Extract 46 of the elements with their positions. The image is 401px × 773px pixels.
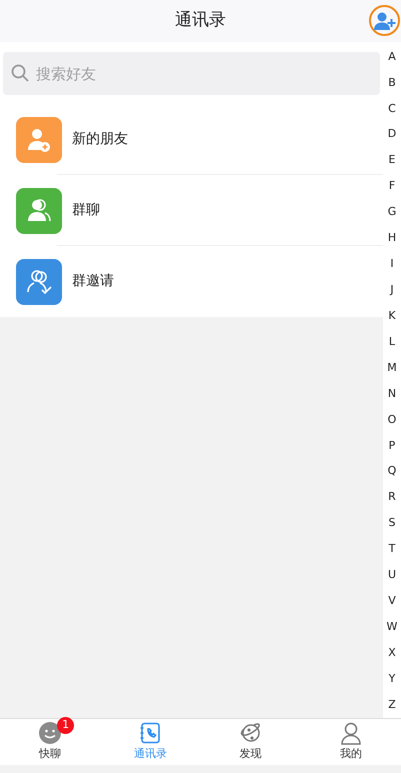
index-letter[interactable]: C xyxy=(383,96,401,122)
index-letter[interactable]: G xyxy=(383,200,401,226)
index-letter[interactable]: K xyxy=(383,303,401,330)
index-letter[interactable]: Z xyxy=(383,692,401,718)
smiley-icon xyxy=(38,720,62,744)
phone-book-icon xyxy=(138,720,162,744)
people-check-icon xyxy=(25,268,53,296)
index-letter[interactable]: Q xyxy=(383,458,401,485)
index-letter[interactable]: B xyxy=(383,70,401,96)
index-letter[interactable]: V xyxy=(383,588,401,614)
index-letter[interactable]: E xyxy=(383,148,401,174)
index-letter[interactable]: X xyxy=(383,640,401,666)
index-letter[interactable]: N xyxy=(383,380,401,407)
contact-menu-item[interactable]: 群聊 xyxy=(0,175,383,246)
entry-label: 群邀请 xyxy=(72,272,114,291)
index-letter[interactable]: Y xyxy=(383,666,401,692)
page-title: 通讯录 xyxy=(175,9,226,32)
tab-item[interactable]: 我的 xyxy=(300,719,401,765)
index-letter[interactable]: A xyxy=(383,44,401,70)
index-letter[interactable]: M xyxy=(383,355,401,381)
index-letter[interactable]: J xyxy=(383,277,401,304)
index-letter[interactable]: I xyxy=(383,251,401,278)
index-letter[interactable]: S xyxy=(383,510,401,537)
tab-item[interactable]: 发现 xyxy=(200,719,301,765)
index-letter[interactable]: L xyxy=(383,329,401,356)
index-letter[interactable]: O xyxy=(383,406,401,433)
planet-icon xyxy=(238,720,263,744)
unread-badge: 1 xyxy=(57,716,74,734)
index-letter[interactable]: D xyxy=(383,122,401,148)
entry-label: 群聊 xyxy=(72,201,100,220)
index-letter[interactable]: R xyxy=(383,484,401,511)
contact-menu-item[interactable]: 群邀请 xyxy=(0,246,383,317)
contact-menu-item[interactable]: 新的朋友 xyxy=(0,104,383,175)
person-icon xyxy=(338,720,363,744)
person-add-icon xyxy=(374,12,396,30)
tab-item[interactable]: 1 快聊 xyxy=(0,719,100,765)
search-field[interactable]: 搜索好友 xyxy=(3,52,380,95)
index-letter[interactable]: F xyxy=(383,174,401,200)
index-letter[interactable]: W xyxy=(383,614,401,640)
search-icon xyxy=(11,64,29,82)
add-contact-button[interactable] xyxy=(369,5,400,36)
index-letter[interactable]: T xyxy=(383,536,401,562)
entry-label: 新的朋友 xyxy=(72,130,128,149)
index-letter[interactable]: H xyxy=(383,225,401,252)
index-letter[interactable]: U xyxy=(383,562,401,588)
index-letter[interactable]: P xyxy=(383,432,401,459)
